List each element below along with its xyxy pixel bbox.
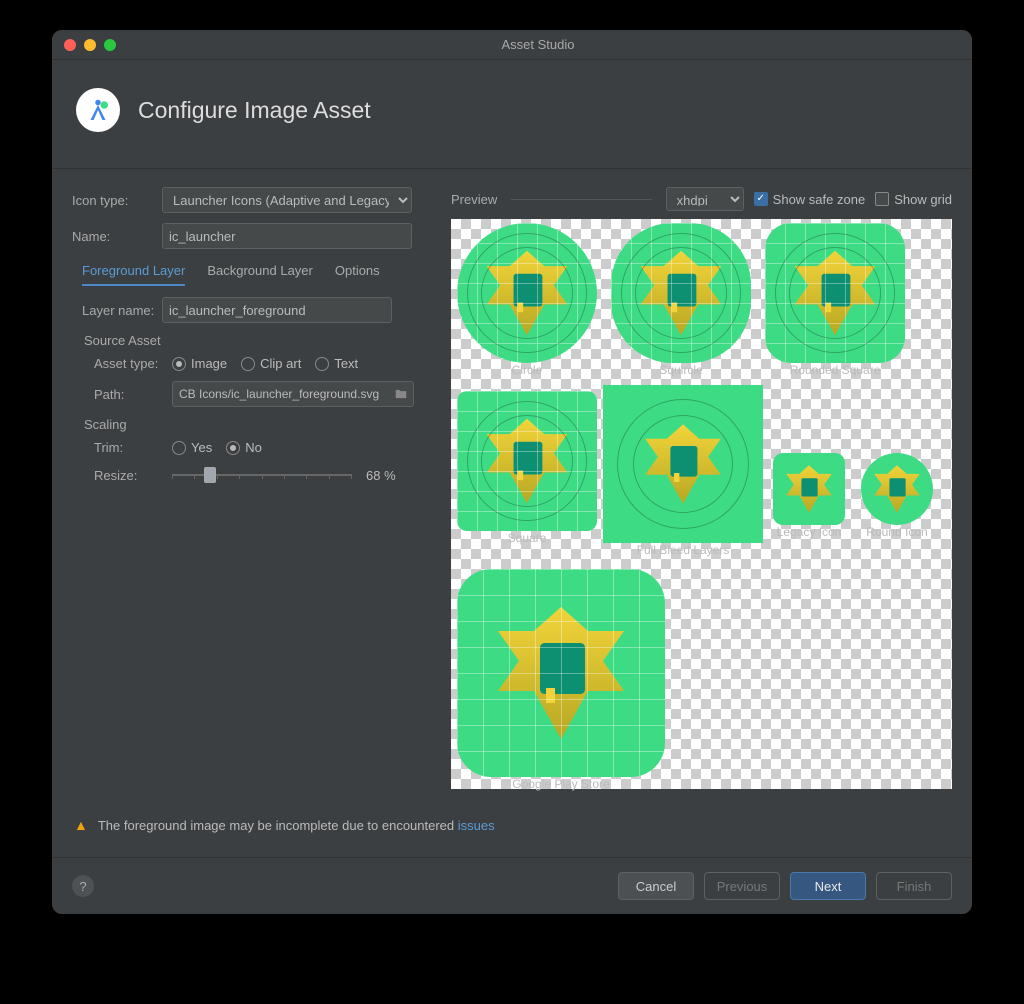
close-icon[interactable] [64, 39, 76, 51]
warning-text: The foreground image may be incomplete d… [98, 818, 495, 833]
preview-play-store: Google Play Store [457, 569, 665, 791]
window-title: Asset Studio [116, 37, 960, 52]
finish-button[interactable]: Finish [876, 872, 952, 900]
dialog-header: Configure Image Asset [52, 60, 972, 169]
asset-type-group: Image Clip art Text [172, 356, 358, 371]
maximize-icon[interactable] [104, 39, 116, 51]
window-controls [64, 39, 116, 51]
path-label: Path: [94, 387, 172, 402]
titlebar: Asset Studio [52, 30, 972, 60]
resize-slider[interactable] [172, 465, 352, 485]
scaling-heading: Scaling [84, 417, 437, 432]
preview-full-bleed: Full Bleed Layers [603, 385, 763, 557]
trim-label: Trim: [94, 440, 172, 455]
preview-squircle: Squircle [611, 223, 751, 377]
icon-type-label: Icon type: [72, 193, 162, 208]
android-studio-icon [76, 88, 120, 132]
icon-type-select[interactable]: Launcher Icons (Adaptive and Legacy) [162, 187, 412, 213]
density-select[interactable]: xhdpi [666, 187, 744, 211]
preview-round: Round Icon [861, 453, 933, 539]
folder-icon[interactable] [393, 387, 409, 401]
tab-background[interactable]: Background Layer [207, 263, 313, 286]
trim-no[interactable]: No [226, 440, 262, 455]
safe-zone-checkbox[interactable]: Show safe zone [754, 192, 866, 207]
asset-type-label: Asset type: [94, 356, 172, 371]
preview-circle: Circle [457, 223, 597, 377]
resize-label: Resize: [94, 468, 172, 483]
config-panel: Icon type: Launcher Icons (Adaptive and … [72, 187, 437, 789]
issues-link[interactable]: issues [458, 818, 495, 833]
warning-bar: ▲ The foreground image may be incomplete… [52, 807, 972, 857]
path-input[interactable]: CB Icons/ic_launcher_foreground.svg [172, 381, 414, 407]
asset-type-clipart[interactable]: Clip art [241, 356, 301, 371]
preview-canvas: Circle Squircle Rounded Square Square [451, 219, 952, 789]
tab-options[interactable]: Options [335, 263, 380, 286]
asset-studio-window: Asset Studio Configure Image Asset Icon … [52, 30, 972, 914]
trim-group: Yes No [172, 440, 262, 455]
previous-button[interactable]: Previous [704, 872, 780, 900]
trim-yes[interactable]: Yes [172, 440, 212, 455]
tab-foreground[interactable]: Foreground Layer [82, 263, 185, 286]
layer-name-input[interactable] [162, 297, 392, 323]
name-input[interactable] [162, 223, 412, 249]
minimize-icon[interactable] [84, 39, 96, 51]
source-asset-heading: Source Asset [84, 333, 437, 348]
warning-icon: ▲ [74, 817, 88, 833]
preview-label: Preview [451, 192, 497, 207]
preview-legacy: Legacy Icon [773, 453, 845, 539]
asset-type-image[interactable]: Image [172, 356, 227, 371]
next-button[interactable]: Next [790, 872, 866, 900]
help-button[interactable]: ? [72, 875, 94, 897]
dialog-footer: ? Cancel Previous Next Finish [52, 857, 972, 914]
cancel-button[interactable]: Cancel [618, 872, 694, 900]
preview-square: Square [457, 391, 597, 545]
layer-name-label: Layer name: [82, 303, 162, 318]
preview-rounded: Rounded Square [765, 223, 905, 377]
dialog-title: Configure Image Asset [138, 97, 371, 124]
asset-type-text[interactable]: Text [315, 356, 358, 371]
resize-value: 68 % [366, 468, 396, 483]
layer-tabs: Foreground Layer Background Layer Option… [82, 263, 437, 287]
preview-panel: Preview xhdpi Show safe zone Show grid C… [451, 187, 952, 789]
name-label: Name: [72, 229, 162, 244]
show-grid-checkbox[interactable]: Show grid [875, 192, 952, 207]
